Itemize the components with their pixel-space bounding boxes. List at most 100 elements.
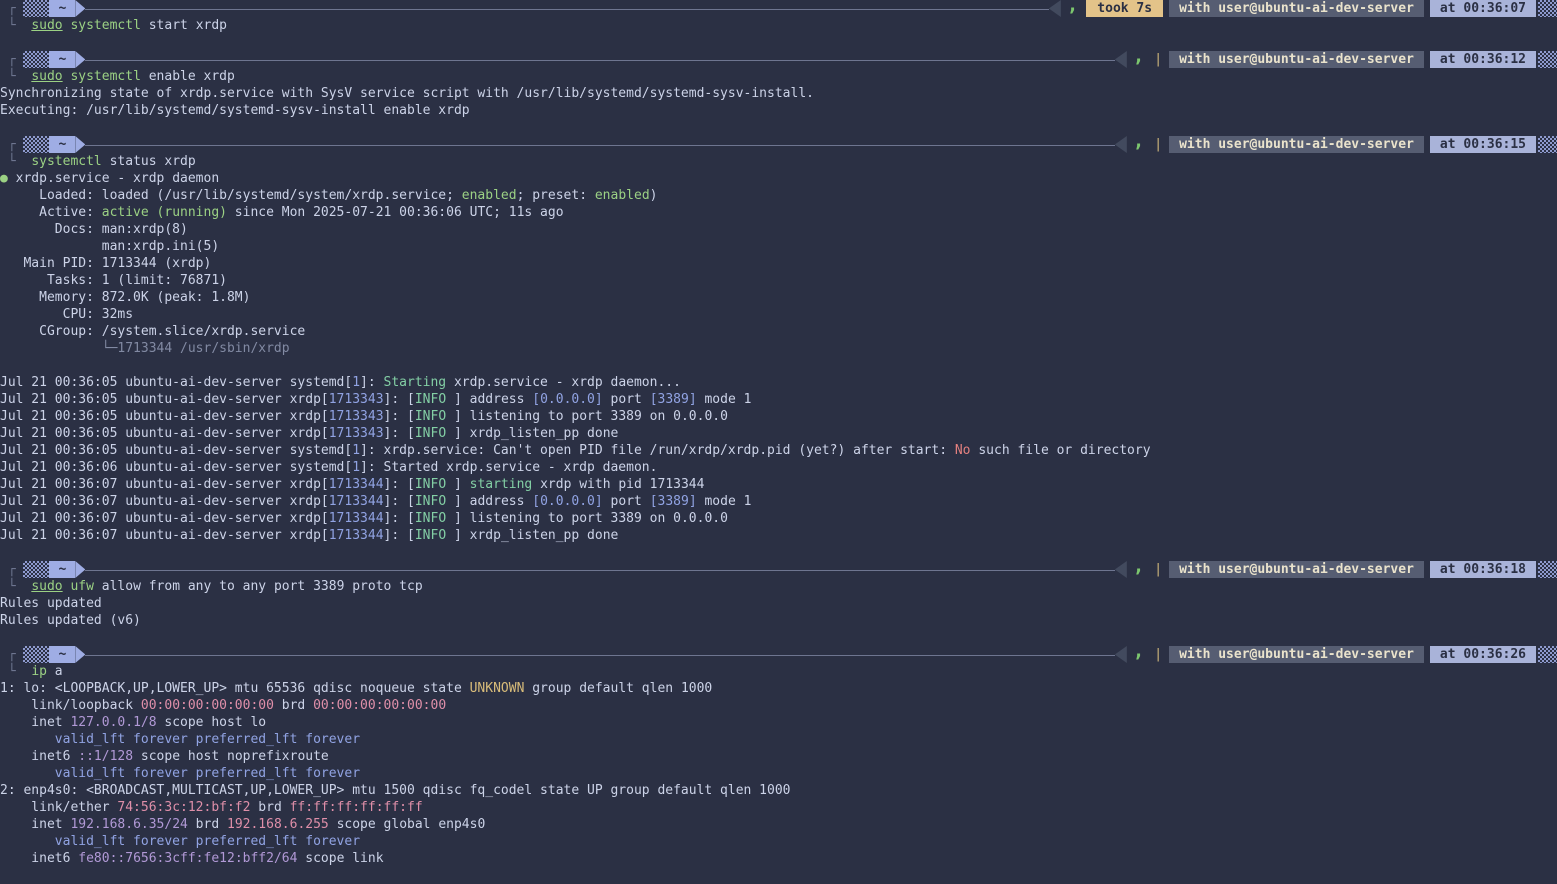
- output-text: xrdp with pid 1713344: [532, 476, 704, 493]
- output-row: Docs: man:xrdp(8): [0, 221, 1557, 238]
- powerline-chevron-left-icon: [1049, 0, 1061, 17]
- output-text: [0.0.0.0]: [532, 493, 602, 510]
- timestamp-badge: at 00:36:15: [1430, 136, 1536, 153]
- prompt-ruler-line: [85, 646, 1115, 656]
- output-text: link/ether: [0, 799, 117, 816]
- output-row: └─1713344 /usr/sbin/xrdp: [0, 340, 1557, 357]
- os-dither-block-icon: [23, 136, 49, 153]
- output-text: inet6: [0, 748, 78, 765]
- output-row: Jul 21 00:36:05 ubuntu-ai-dev-server sys…: [0, 374, 1557, 391]
- command-text: systemctl: [31, 153, 101, 170]
- output-text: └─1713344 /usr/sbin/xrdp: [0, 340, 290, 357]
- prompt-ruler-line: [85, 0, 1049, 10]
- output-row: Tasks: 1 (limit: 76871): [0, 272, 1557, 289]
- output-text: ]: [: [384, 493, 415, 510]
- output-row: 2: enp4s0: <BROADCAST,MULTICAST,UP,LOWER…: [0, 782, 1557, 799]
- output-row: CPU: 32ms: [0, 306, 1557, 323]
- edge-dither-block-icon: [1538, 51, 1557, 68]
- output-row: inet 192.168.6.35/24 brd 192.168.6.255 s…: [0, 816, 1557, 833]
- output-row: Executing: /usr/lib/systemd/systemd-sysv…: [0, 102, 1557, 119]
- powerline-chevron-left-icon: [1115, 561, 1127, 578]
- output-text: mode 1: [697, 493, 752, 510]
- output-text: ; preset:: [517, 187, 595, 204]
- output-row: inet 127.0.0.1/8 scope host lo: [0, 714, 1557, 731]
- output-row: Rules updated: [0, 595, 1557, 612]
- powerline-arrow-right-icon: [75, 646, 85, 663]
- prompt-ruler-line: [85, 51, 1115, 61]
- output-text: Docs: man:xrdp(8): [0, 221, 188, 238]
- output-row: Jul 21 00:36:07 ubuntu-ai-dev-server xrd…: [0, 527, 1557, 544]
- output-row: Rules updated (v6): [0, 612, 1557, 629]
- edge-dither-block-icon: [1538, 646, 1557, 663]
- output-row: valid_lft forever preferred_lft forever: [0, 833, 1557, 850]
- output-text: ]: [454, 476, 470, 493]
- output-text: UNKNOWN: [470, 680, 525, 697]
- output-text: INFO: [415, 391, 454, 408]
- output-text: starting: [470, 476, 533, 493]
- output-text: inet6: [0, 850, 78, 867]
- home-directory-badge: ~: [49, 0, 75, 17]
- prompt-ruler-line: [85, 561, 1115, 571]
- output-text: ] listening to port 3389 on 0.0.0.0: [454, 408, 728, 425]
- timestamp-badge: at 00:36:07: [1430, 0, 1536, 17]
- output-text: Jul 21 00:36:06 ubuntu-ai-dev-server sys…: [0, 459, 352, 476]
- output-text: ): [650, 187, 658, 204]
- segment-separator: |: [1154, 646, 1162, 663]
- prompt-ruler-line: [85, 136, 1115, 146]
- output-text: Jul 21 00:36:07 ubuntu-ai-dev-server xrd…: [0, 527, 329, 544]
- os-dither-block-icon: [23, 561, 49, 578]
- os-dither-block-icon: [23, 51, 49, 68]
- home-badge-label: ~: [58, 646, 66, 663]
- blank-row: [0, 867, 1557, 884]
- home-badge-label: ~: [58, 561, 66, 578]
- command-text: sudo: [31, 578, 62, 595]
- output-text: valid_lft forever preferred_lft forever: [0, 765, 360, 782]
- output-text: Jul 21 00:36:05 ubuntu-ai-dev-server xrd…: [0, 425, 329, 442]
- output-text: ] listening to port 3389 on 0.0.0.0: [454, 510, 728, 527]
- output-row: valid_lft forever preferred_lft forever: [0, 765, 1557, 782]
- home-directory-badge: ~: [49, 561, 75, 578]
- prompt-corner-bottom: └: [0, 17, 31, 34]
- output-text: 1: [352, 442, 360, 459]
- prompt-header-row: ┌ ~,|with user@ubuntu-ai-dev-serverat 00…: [0, 136, 1557, 153]
- command-text: a: [47, 663, 63, 680]
- output-text: port: [603, 493, 650, 510]
- command-text: [63, 578, 71, 595]
- output-row: Jul 21 00:36:07 ubuntu-ai-dev-server xrd…: [0, 510, 1557, 527]
- output-row: Synchronizing state of xrdp.service with…: [0, 85, 1557, 102]
- segment-separator: |: [1154, 51, 1162, 68]
- output-text: ] xrdp_listen_pp done: [454, 425, 618, 442]
- output-text: 2: enp4s0: <BROADCAST,MULTICAST,UP,LOWER…: [0, 782, 791, 799]
- output-row: Jul 21 00:36:05 ubuntu-ai-dev-server sys…: [0, 442, 1557, 459]
- output-row: Jul 21 00:36:07 ubuntu-ai-dev-server xrd…: [0, 476, 1557, 493]
- output-text: 1713344: [329, 476, 384, 493]
- blank-row: [0, 119, 1557, 136]
- command-row: └ systemctl status xrdp: [0, 153, 1557, 170]
- output-text: [3389]: [650, 493, 697, 510]
- timestamp-badge: at 00:36:18: [1430, 561, 1536, 578]
- output-text: 192.168.6.255: [227, 816, 329, 833]
- output-text: ]: [: [384, 425, 415, 442]
- prompt-header-row: ┌ ~,took 7swith user@ubuntu-ai-dev-serve…: [0, 0, 1557, 17]
- output-text: ]: xrdp.service: Can't open PID file /ru…: [360, 442, 955, 459]
- output-text: enabled: [462, 187, 517, 204]
- prompt-corner-top: ┌: [0, 51, 23, 68]
- user-host-badge: with user@ubuntu-ai-dev-server: [1169, 561, 1424, 578]
- duration-badge: took 7s: [1086, 0, 1163, 17]
- output-text: 192.168.6.35/24: [70, 816, 187, 833]
- command-row: └ sudo systemctl start xrdp: [0, 17, 1557, 34]
- output-text: scope link: [297, 850, 383, 867]
- status-ok-icon: ,: [1133, 133, 1144, 150]
- status-ok-icon: ,: [1133, 643, 1144, 660]
- edge-dither-block-icon: [1538, 561, 1557, 578]
- terminal-screen[interactable]: ┌ ~, took 7s with user@ubuntu-ai-dev-serve…: [0, 0, 1557, 884]
- output-text: enabled: [595, 187, 650, 204]
- prompt-corner-bottom: └: [0, 68, 31, 85]
- output-text: 1713343: [329, 408, 384, 425]
- output-text: Executing: /usr/lib/systemd/systemd-sysv…: [0, 102, 470, 119]
- home-badge-label: ~: [58, 0, 66, 17]
- output-text: ]: [: [384, 527, 415, 544]
- output-text: Jul 21 00:36:07 ubuntu-ai-dev-server xrd…: [0, 476, 329, 493]
- output-text: ]: [: [384, 391, 415, 408]
- output-row: man:xrdp.ini(5): [0, 238, 1557, 255]
